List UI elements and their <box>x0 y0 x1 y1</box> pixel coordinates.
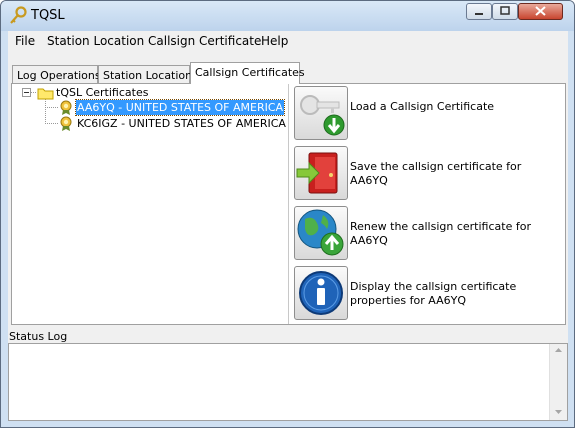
display-properties-label[interactable]: Display the callsign certificate propert… <box>350 280 560 308</box>
menu-file[interactable]: File <box>15 34 35 48</box>
folder-icon <box>37 88 54 100</box>
info-icon <box>299 271 343 315</box>
maximize-button[interactable] <box>492 3 518 20</box>
certificates-panel: tQSL Certificates AA6YQ - UNITED STATES … <box>11 83 566 325</box>
tqsl-window: TQSL File Station Location Callsign Cert… <box>0 0 575 428</box>
status-log[interactable] <box>8 343 568 421</box>
certificate-actions: Load a Callsign Certificate Save the cal… <box>290 84 565 324</box>
display-properties-button[interactable] <box>294 266 348 320</box>
close-button[interactable] <box>518 3 563 20</box>
save-certificate-button[interactable] <box>294 146 348 200</box>
save-certificate-icon <box>296 152 338 194</box>
certificate-tree[interactable]: tQSL Certificates AA6YQ - UNITED STATES … <box>12 84 288 324</box>
load-certificate-button[interactable] <box>294 86 348 140</box>
menu-bar: File Station Location Callsign Certifica… <box>8 31 568 51</box>
key-icon <box>10 6 27 24</box>
window-title: TQSL <box>31 8 65 23</box>
tab-log-operations[interactable]: Log Operations <box>12 65 101 83</box>
certificate-ribbon-icon <box>60 116 72 131</box>
close-icon <box>535 6 546 16</box>
tree-root-label[interactable]: tQSL Certificates <box>56 86 148 99</box>
save-certificate-label[interactable]: Save the callsign certificate for AA6YQ <box>350 160 560 188</box>
title-bar[interactable]: TQSL <box>1 1 574 31</box>
load-certificate-label[interactable]: Load a Callsign Certificate <box>350 100 560 114</box>
status-log-label: Status Log <box>9 330 68 343</box>
menu-station-location[interactable]: Station Location <box>47 34 144 48</box>
tree-item-kc6igz[interactable]: KC6IGZ - UNITED STATES OF AMERICA <box>76 116 287 131</box>
renew-certificate-label[interactable]: Renew the callsign certificate for AA6YQ <box>350 220 560 248</box>
renew-certificate-icon <box>297 209 344 256</box>
tree-item-aa6yq[interactable]: AA6YQ - UNITED STATES OF AMERICA <box>74 99 286 116</box>
main-content: Log Operations Station Locations Callsig… <box>8 51 568 421</box>
status-log-scrollbar[interactable] <box>549 344 567 420</box>
minimize-button[interactable] <box>466 3 492 20</box>
load-certificate-icon <box>300 95 345 136</box>
scroll-arrows-icon <box>555 348 562 414</box>
minimize-icon <box>475 13 483 15</box>
tab-station-locations[interactable]: Station Locations <box>98 65 198 83</box>
menu-help[interactable]: Help <box>261 34 288 48</box>
renew-certificate-button[interactable] <box>294 206 348 260</box>
maximize-icon <box>500 6 510 15</box>
certificate-ribbon-icon <box>60 100 72 115</box>
menu-callsign-certificate[interactable]: Callsign Certificate <box>148 34 261 48</box>
pane-splitter[interactable] <box>288 84 289 324</box>
tab-callsign-certificates[interactable]: Callsign Certificates <box>190 62 305 84</box>
